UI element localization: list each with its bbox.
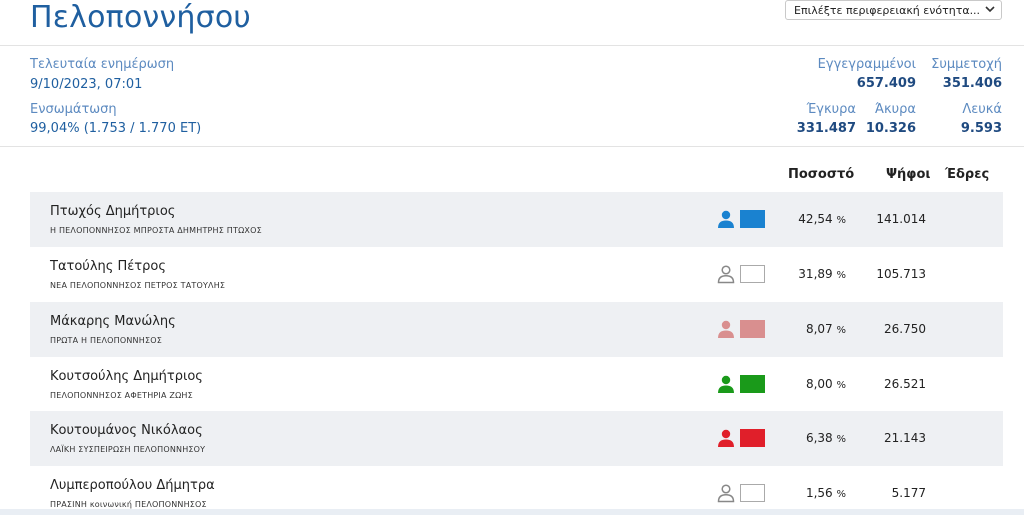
vote-percent: 8,07 %: [805, 322, 846, 336]
summary-divider: [0, 146, 1024, 147]
header-divider: [0, 45, 1024, 46]
registered-label: Εγγεγραμμένοι: [817, 57, 916, 72]
party-color-swatch: [740, 265, 765, 283]
vote-percent: 42,54 %: [798, 212, 846, 226]
person-icon: [718, 320, 734, 338]
col-header-seats[interactable]: Έδρες: [945, 167, 989, 182]
candidate-name: Πτωχός Δημήτριος: [50, 204, 176, 219]
party-name: Η ΠΕΛΟΠΟΝΝΗΣΟΣ ΜΠΡΟΣΤΑ ΔΗΜΗΤΡΗΣ ΠΤΩΧΟΣ: [50, 226, 262, 235]
table-row[interactable]: Κουτσούλης Δημήτριος ΠΕΛΟΠΟΝΝΗΣΟΣ ΑΦΕΤΗΡ…: [30, 357, 1003, 412]
person-outline-icon: [717, 265, 735, 284]
table-row[interactable]: Πτωχός Δημήτριος Η ΠΕΛΟΠΟΝΝΗΣΟΣ ΜΠΡΟΣΤΑ …: [30, 192, 1003, 247]
vote-percent: 1,56 %: [805, 486, 846, 500]
vote-count: 5.177: [891, 486, 926, 500]
table-row[interactable]: Μάκαρης Μανώλης ΠΡΩΤΑ Η ΠΕΛΟΠΟΝΝΗΣΟΣ 8,0…: [30, 302, 1003, 357]
region-select-value: Επιλέξτε περιφερειακή ενότητα...: [794, 4, 981, 17]
candidate-name: Τατούλης Πέτρος: [50, 259, 166, 274]
last-update-value: 9/10/2023, 07:01: [30, 77, 143, 92]
invalid-label: Άκυρα: [874, 102, 916, 117]
blank-label: Λευκά: [962, 102, 1002, 117]
vote-count: 105.713: [876, 267, 926, 281]
turnout-label: Συμμετοχή: [931, 57, 1002, 72]
blank-value: 9.593: [960, 121, 1002, 136]
party-color-swatch: [740, 429, 765, 447]
integration-label: Ενσωμάτωση: [30, 102, 117, 117]
table-row[interactable]: Λυμπεροπούλου Δήμητρα ΠΡΑΣΙΝΗ κοινωνική …: [30, 466, 1003, 515]
vote-percent: 6,38 %: [805, 431, 846, 445]
page-title: Πελοποννήσου: [30, 0, 251, 35]
bottom-strip: [0, 509, 1024, 515]
valid-label: Έγκυρα: [806, 102, 856, 117]
candidate-name: Μάκαρης Μανώλης: [50, 314, 176, 329]
turnout-value: 351.406: [942, 76, 1002, 91]
party-color-swatch: [740, 210, 765, 228]
last-update-label: Τελευταία ενημέρωση: [30, 57, 175, 72]
registered-value: 657.409: [856, 76, 916, 91]
party-color-swatch: [740, 484, 765, 502]
region-select[interactable]: Επιλέξτε περιφερειακή ενότητα...: [785, 0, 1002, 20]
vote-count: 26.750: [884, 322, 926, 336]
candidate-name: Κουτουμάνος Νικόλαος: [50, 423, 203, 438]
person-icon: [718, 375, 734, 393]
vote-count: 26.521: [884, 377, 926, 391]
invalid-value: 10.326: [865, 121, 916, 136]
table-row[interactable]: Κουτουμάνος Νικόλαος ΛΑΪΚΗ ΣΥΣΠΕΙΡΩΣΗ ΠΕ…: [30, 411, 1003, 466]
party-name: ΠΕΛΟΠΟΝΝΗΣΟΣ ΑΦΕΤΗΡΙΑ ΖΩΗΣ: [50, 391, 193, 400]
chevron-down-icon: [985, 4, 995, 17]
person-icon: [718, 429, 734, 447]
vote-percent: 8,00 %: [805, 377, 846, 391]
party-color-swatch: [740, 320, 765, 338]
vote-count: 21.143: [884, 431, 926, 445]
integration-value: 99,04% (1.753 / 1.770 ΕΤ): [30, 121, 202, 136]
table-row[interactable]: Τατούλης Πέτρος ΝΕΑ ΠΕΛΟΠΟΝΝΗΣΟΣ ΠΕΤΡΟΣ …: [30, 247, 1003, 302]
party-color-swatch: [740, 375, 765, 393]
valid-value: 331.487: [796, 121, 856, 136]
party-name: ΝΕΑ ΠΕΛΟΠΟΝΝΗΣΟΣ ΠΕΤΡΟΣ ΤΑΤΟΥΛΗΣ: [50, 281, 226, 290]
vote-percent: 31,89 %: [798, 267, 846, 281]
candidate-name: Κουτσούλης Δημήτριος: [50, 369, 203, 384]
col-header-votes[interactable]: Ψήφοι: [886, 167, 930, 182]
vote-count: 141.014: [876, 212, 926, 226]
party-name: ΠΡΩΤΑ Η ΠΕΛΟΠΟΝΝΗΣΟΣ: [50, 336, 162, 345]
party-name: ΛΑΪΚΗ ΣΥΣΠΕΙΡΩΣΗ ΠΕΛΟΠΟΝΝΗΣΟΥ: [50, 445, 206, 454]
col-header-percent[interactable]: Ποσοστό: [788, 167, 854, 182]
party-name: ΠΡΑΣΙΝΗ κοινωνική ΠΕΛΟΠΟΝΝΗΣΟΣ: [50, 500, 207, 509]
person-icon: [718, 210, 734, 228]
person-outline-icon: [717, 484, 735, 503]
candidate-name: Λυμπεροπούλου Δήμητρα: [50, 478, 215, 493]
